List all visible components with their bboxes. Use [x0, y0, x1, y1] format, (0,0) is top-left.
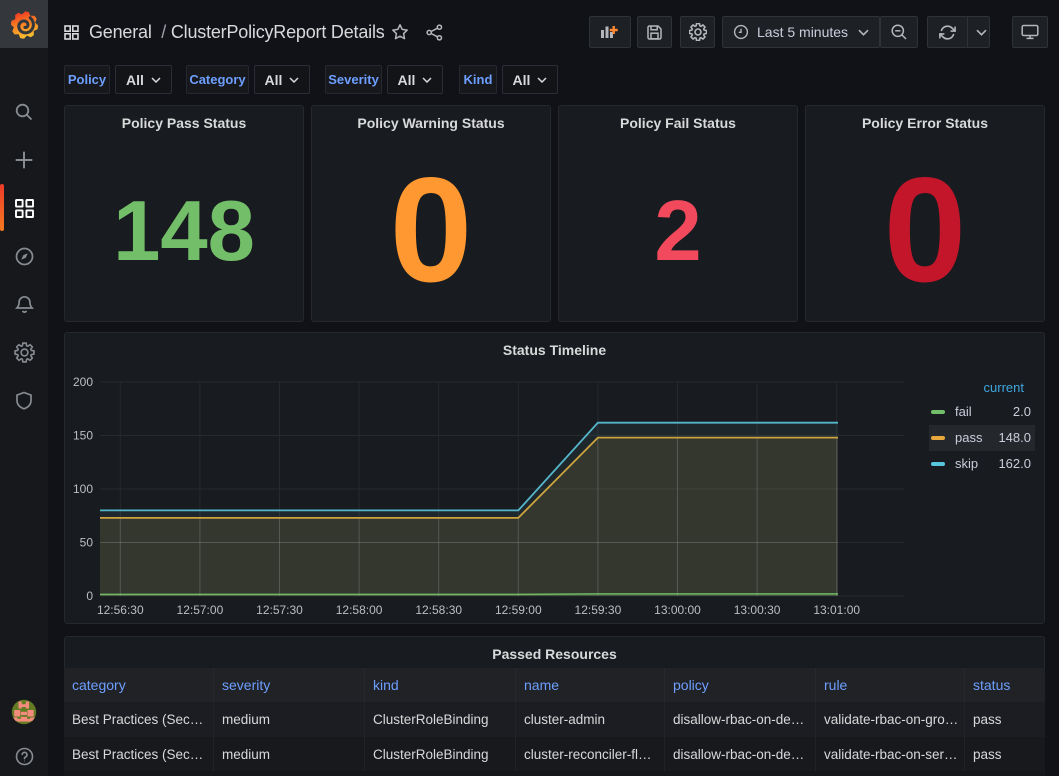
svg-text:12:59:00: 12:59:00 — [495, 603, 542, 617]
svg-text:162.0: 162.0 — [998, 456, 1031, 471]
svg-text:100: 100 — [73, 482, 93, 496]
svg-text:13:01:00: 13:01:00 — [813, 603, 860, 617]
svg-text:12:57:30: 12:57:30 — [256, 603, 303, 617]
svg-text:150: 150 — [73, 429, 93, 443]
svg-text:50: 50 — [80, 536, 94, 550]
svg-text:fail: fail — [955, 404, 972, 419]
svg-text:0: 0 — [86, 589, 93, 603]
svg-text:pass: pass — [955, 430, 983, 445]
svg-text:12:59:30: 12:59:30 — [575, 603, 622, 617]
svg-text:148.0: 148.0 — [998, 430, 1031, 445]
svg-text:12:58:30: 12:58:30 — [415, 603, 462, 617]
svg-text:13:00:00: 13:00:00 — [654, 603, 701, 617]
svg-text:12:57:00: 12:57:00 — [177, 603, 224, 617]
svg-text:current: current — [984, 380, 1025, 395]
svg-text:skip: skip — [955, 456, 978, 471]
svg-text:13:00:30: 13:00:30 — [734, 603, 781, 617]
svg-text:2.0: 2.0 — [1013, 404, 1031, 419]
svg-text:200: 200 — [73, 375, 93, 389]
svg-text:12:58:00: 12:58:00 — [336, 603, 383, 617]
svg-text:12:56:30: 12:56:30 — [97, 603, 144, 617]
